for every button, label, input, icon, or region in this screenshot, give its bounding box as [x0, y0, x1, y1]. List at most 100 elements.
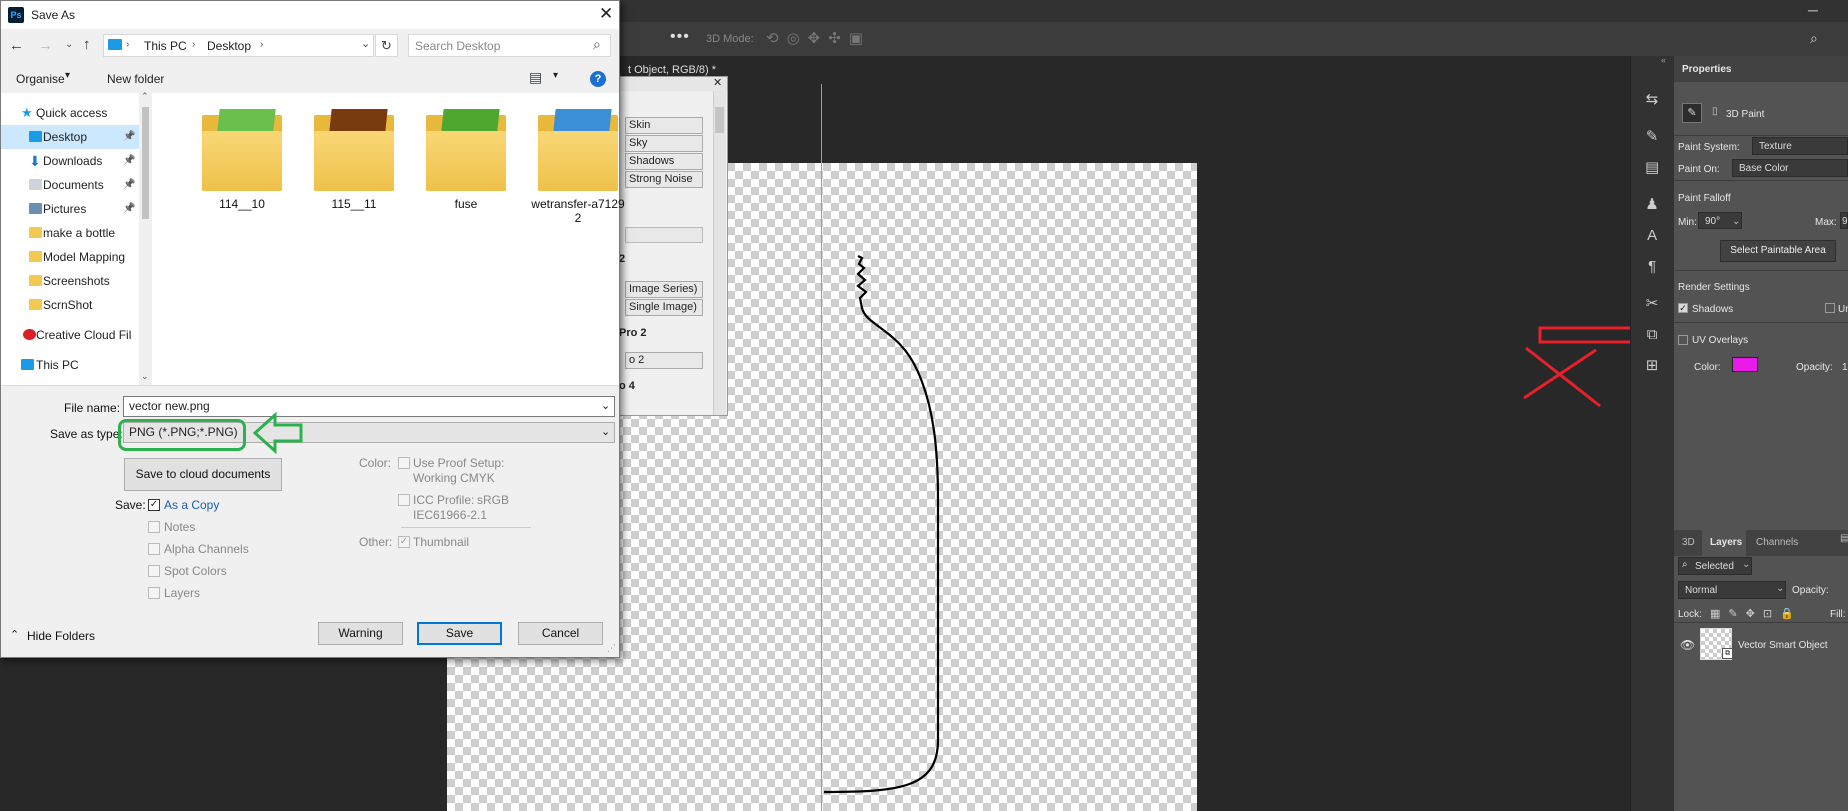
- shadows-checkbox[interactable]: ✓: [1678, 303, 1688, 313]
- overlay-opacity-value[interactable]: 1: [1842, 362, 1848, 373]
- up-icon[interactable]: ↑: [83, 36, 91, 53]
- forward-icon[interactable]: →: [38, 37, 53, 54]
- filter-chevron-icon[interactable]: ⌄: [1742, 559, 1750, 570]
- panel-icons[interactable]: ⇆ ✎ ▤ ♟ A ¶ ✂ ⧉ ⊞: [1645, 84, 1659, 381]
- single-image-button[interactable]: Single Image): [625, 299, 703, 316]
- plugin-o2-button[interactable]: o 2: [625, 352, 703, 369]
- file-name: fuse: [454, 197, 478, 211]
- save-option-checkbox[interactable]: [148, 565, 160, 577]
- uv-overlays-label: UV Overlays: [1692, 335, 1749, 346]
- unlit-checkbox[interactable]: [1825, 303, 1835, 313]
- file-item[interactable]: 115__11: [304, 109, 404, 229]
- nav-scrollbar[interactable]: ⌃ ⌄: [139, 91, 152, 385]
- filter-search-icon: ⌕: [1682, 559, 1688, 570]
- close-icon[interactable]: ✕: [599, 4, 613, 24]
- save-option-checkbox[interactable]: [148, 543, 160, 555]
- help-icon[interactable]: ?: [590, 71, 606, 87]
- save-option-checkbox[interactable]: [148, 521, 160, 533]
- sidebar-item[interactable]: ⬇ Downloads 📌: [1, 149, 139, 173]
- search-input[interactable]: Search Desktop: [415, 39, 500, 53]
- plugin-close-icon[interactable]: ✕: [713, 76, 722, 89]
- refresh-icon[interactable]: ↻: [375, 34, 398, 57]
- preset-strong-noise-button[interactable]: Strong Noise: [625, 171, 703, 188]
- panel-menu-icon[interactable]: ▤: [1840, 533, 1848, 544]
- warning-button[interactable]: Warning: [318, 622, 403, 645]
- uv-overlays-checkbox[interactable]: [1678, 335, 1688, 345]
- recent-chevron-icon[interactable]: ⌄: [65, 39, 73, 50]
- sidebar-item[interactable]: ★ Quick access: [1, 101, 139, 125]
- address-dropdown-icon[interactable]: ⌄: [361, 37, 370, 50]
- sidebar-item[interactable]: Pictures 📌: [1, 197, 139, 221]
- resize-grip-icon[interactable]: ⋰: [607, 643, 616, 654]
- sidebar-item[interactable]: make a bottle: [1, 221, 139, 245]
- preset-skin-button[interactable]: Skin: [625, 117, 703, 134]
- layer-name[interactable]: Vector Smart Object: [1738, 640, 1827, 651]
- tab-channels[interactable]: Channels: [1756, 537, 1798, 548]
- sidebar-item[interactable]: Model Mapping: [1, 245, 139, 269]
- paint-system-select[interactable]: Texture: [1752, 137, 1848, 155]
- photoshop-logo-icon: Ps: [8, 7, 24, 23]
- overlay-color-swatch[interactable]: [1732, 357, 1758, 372]
- sidebar-item[interactable]: ScrnShot: [1, 293, 139, 317]
- lock-icons[interactable]: ▦✎✥⊡🔒: [1710, 607, 1802, 620]
- pin-icon[interactable]: 📌: [123, 173, 135, 197]
- icc-profile-checkbox[interactable]: [398, 494, 410, 506]
- collapse-icon[interactable]: «: [1661, 55, 1666, 65]
- select-paintable-area-button[interactable]: Select Paintable Area: [1720, 240, 1836, 262]
- blend-mode-select[interactable]: Normal: [1678, 581, 1786, 599]
- search-box[interactable]: Search Desktop ⌕: [408, 34, 611, 57]
- save-option-label: Spot Colors: [164, 564, 227, 578]
- paint-brush-icon[interactable]: ✎: [1682, 103, 1702, 123]
- cancel-button[interactable]: Cancel: [518, 622, 603, 645]
- preset-shadows-button[interactable]: Shadows: [625, 153, 703, 170]
- plugin-scrollbar[interactable]: [713, 91, 726, 415]
- breadcrumb-this-pc[interactable]: This PC: [144, 39, 187, 53]
- hide-folders-button[interactable]: Hide Folders: [27, 629, 95, 643]
- thumbnail-checkbox[interactable]: ✓: [398, 536, 410, 548]
- organise-chevron-icon[interactable]: ▾: [65, 70, 70, 81]
- pin-icon[interactable]: 📌: [123, 149, 135, 173]
- layer-filter-select[interactable]: Selected: [1678, 557, 1752, 575]
- blend-chevron-icon[interactable]: ⌄: [1776, 583, 1784, 594]
- sidebar-item[interactable]: Documents 📌: [1, 173, 139, 197]
- sidebar-item[interactable]: Creative Cloud Fil: [1, 323, 139, 347]
- use-proof-setup-checkbox[interactable]: [398, 457, 410, 469]
- file-name-input[interactable]: vector new.png: [123, 396, 615, 417]
- image-series-button[interactable]: Image Series): [625, 281, 703, 298]
- nav-scroll-thumb[interactable]: [142, 107, 149, 219]
- pin-icon[interactable]: 📌: [123, 125, 135, 149]
- preset-sky-button[interactable]: Sky: [625, 135, 703, 152]
- file-item[interactable]: 114__10: [192, 109, 292, 229]
- file-item[interactable]: fuse: [416, 109, 516, 229]
- file-name-dropdown-icon[interactable]: ⌄: [601, 399, 610, 412]
- organise-button[interactable]: Organise: [16, 72, 65, 86]
- save-button[interactable]: Save: [417, 622, 502, 645]
- save-option-checkbox[interactable]: ✓: [148, 499, 160, 511]
- view-chevron-icon[interactable]: ▾: [553, 70, 558, 81]
- new-folder-button[interactable]: New folder: [107, 72, 164, 86]
- save-option-checkbox[interactable]: [148, 587, 160, 599]
- address-bar[interactable]: › This PC › Desktop › ⌄: [103, 34, 374, 57]
- pin-icon[interactable]: 📌: [123, 197, 135, 221]
- visibility-eye-icon[interactable]: 👁: [1680, 638, 1695, 652]
- sidebar-item[interactable]: Screenshots: [1, 269, 139, 293]
- breadcrumb-desktop[interactable]: Desktop: [207, 39, 251, 53]
- file-item[interactable]: wetransfer-a71292: [528, 109, 628, 229]
- plugin-field[interactable]: [625, 227, 703, 243]
- plugin-scroll-thumb[interactable]: [715, 107, 724, 133]
- properties-title[interactable]: Properties: [1682, 64, 1731, 75]
- back-icon[interactable]: ←: [9, 37, 24, 54]
- min-dropdown-icon[interactable]: ⌄: [1732, 216, 1740, 227]
- save-as-type-dropdown-icon[interactable]: ⌄: [601, 425, 610, 438]
- sidebar-item[interactable]: This PC: [1, 353, 139, 377]
- tab-3d[interactable]: 3D: [1682, 537, 1695, 548]
- tab-layers[interactable]: Layers: [1710, 537, 1742, 548]
- view-options-icon[interactable]: ▤: [529, 69, 542, 86]
- sidebar-item[interactable]: Desktop 📌: [1, 125, 139, 149]
- navigation-pane: ★ Quick access Desktop 📌 ⬇ Downloads 📌 Document…: [1, 91, 152, 385]
- max-value-input[interactable]: 9: [1840, 212, 1848, 229]
- file-list: 114__10 115__11 fuse wetransfer-a71292: [152, 93, 625, 385]
- hide-folders-chevron-icon[interactable]: ⌃: [10, 628, 19, 641]
- paint-on-select[interactable]: Base Color: [1732, 159, 1848, 177]
- save-to-cloud-button[interactable]: Save to cloud documents: [124, 458, 282, 491]
